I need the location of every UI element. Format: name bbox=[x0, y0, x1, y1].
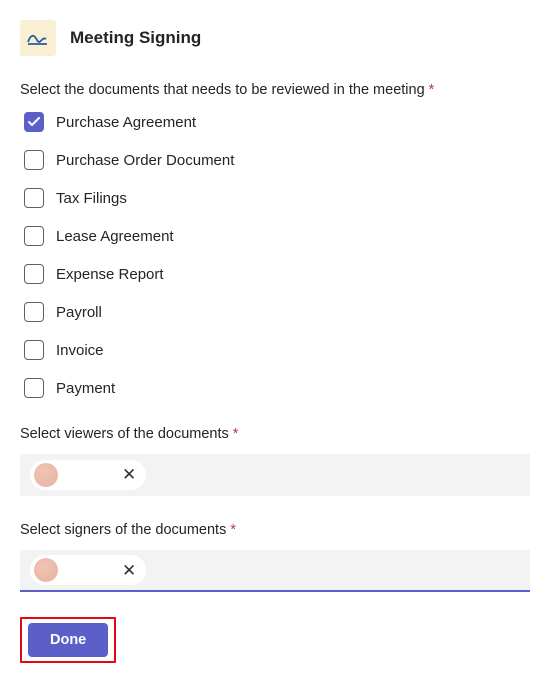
option-label: Tax Filings bbox=[56, 190, 127, 207]
option-purchase-agreement[interactable]: Purchase Agreement bbox=[24, 112, 530, 132]
option-label: Invoice bbox=[56, 342, 104, 359]
checkbox-payroll[interactable] bbox=[24, 302, 44, 322]
signer-person-chip[interactable]: ✕ bbox=[30, 555, 146, 585]
required-asterisk: * bbox=[425, 82, 435, 98]
app-title: Meeting Signing bbox=[70, 28, 201, 48]
option-label: Lease Agreement bbox=[56, 228, 174, 245]
option-label: Expense Report bbox=[56, 266, 164, 283]
close-icon[interactable]: ✕ bbox=[122, 562, 136, 579]
option-label: Payment bbox=[56, 380, 115, 397]
documents-prompt: Select the documents that needs to be re… bbox=[20, 82, 530, 98]
document-options: Purchase Agreement Purchase Order Docume… bbox=[20, 112, 530, 398]
viewers-prompt-text: Select viewers of the documents bbox=[20, 426, 229, 442]
close-icon[interactable]: ✕ bbox=[122, 466, 136, 483]
documents-prompt-text: Select the documents that needs to be re… bbox=[20, 82, 425, 98]
required-asterisk: * bbox=[226, 522, 236, 538]
form-header: Meeting Signing bbox=[20, 20, 530, 56]
viewers-prompt: Select viewers of the documents * bbox=[20, 426, 530, 442]
option-label: Purchase Order Document bbox=[56, 152, 234, 169]
required-asterisk: * bbox=[229, 426, 239, 442]
option-expense-report[interactable]: Expense Report bbox=[24, 264, 530, 284]
option-payment[interactable]: Payment bbox=[24, 378, 530, 398]
option-label: Purchase Agreement bbox=[56, 114, 196, 131]
option-tax-filings[interactable]: Tax Filings bbox=[24, 188, 530, 208]
checkbox-lease-agreement[interactable] bbox=[24, 226, 44, 246]
option-lease-agreement[interactable]: Lease Agreement bbox=[24, 226, 530, 246]
checkbox-invoice[interactable] bbox=[24, 340, 44, 360]
checkbox-payment[interactable] bbox=[24, 378, 44, 398]
option-purchase-order-document[interactable]: Purchase Order Document bbox=[24, 150, 530, 170]
app-icon bbox=[20, 20, 56, 56]
checkbox-purchase-order-document[interactable] bbox=[24, 150, 44, 170]
option-invoice[interactable]: Invoice bbox=[24, 340, 530, 360]
option-payroll[interactable]: Payroll bbox=[24, 302, 530, 322]
viewers-field[interactable]: ✕ bbox=[20, 454, 530, 496]
checkbox-purchase-agreement[interactable] bbox=[24, 112, 44, 132]
viewer-person-chip[interactable]: ✕ bbox=[30, 460, 146, 490]
checkbox-expense-report[interactable] bbox=[24, 264, 44, 284]
signers-prompt-text: Select signers of the documents bbox=[20, 522, 226, 538]
signers-field[interactable]: ✕ bbox=[20, 550, 530, 592]
avatar bbox=[34, 558, 58, 582]
done-button-highlight: Done bbox=[20, 617, 116, 663]
signers-prompt: Select signers of the documents * bbox=[20, 522, 530, 538]
done-button[interactable]: Done bbox=[28, 623, 108, 657]
option-label: Payroll bbox=[56, 304, 102, 321]
avatar bbox=[34, 463, 58, 487]
checkbox-tax-filings[interactable] bbox=[24, 188, 44, 208]
